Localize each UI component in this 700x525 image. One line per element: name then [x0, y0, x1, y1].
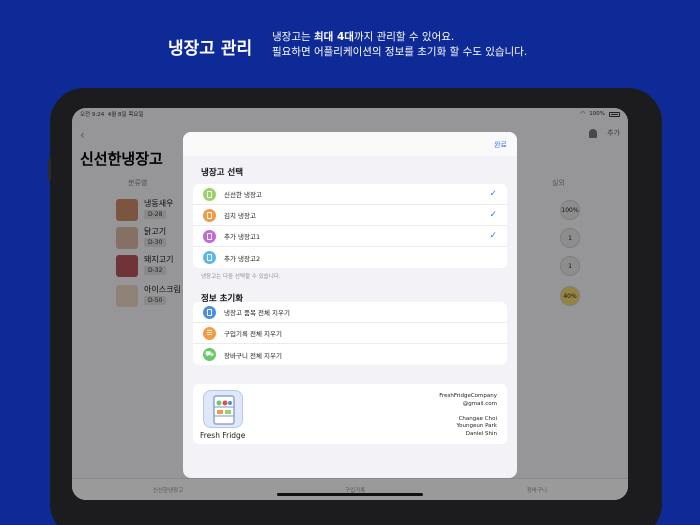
promo-description: 냉장고는 최대 4대까지 관리할 수 있어요. 필요하면 어플리케이션의 정보를… [272, 30, 527, 60]
credit-email-domain: @gmail.com [462, 400, 497, 407]
reset-label: 냉장고 품목 전체 지우기 [224, 309, 290, 317]
fridge-icon [203, 208, 216, 222]
promo-line1-bold: 최대 4대 [313, 31, 354, 43]
reset-option[interactable]: ⛟ 장바구니 전체 지우기 [193, 344, 507, 365]
reset-option[interactable]: 냉장고 품목 전체 지우기 [193, 302, 507, 323]
settings-modal: 완료 냉장고 선택 신선한 냉장고 ✓ 김치 냉장고 ✓ 추가 냉장고1 ✓ 추… [183, 132, 517, 478]
home-indicator [277, 493, 423, 496]
fridge-icon [203, 251, 216, 264]
credit-email: FreshFridgeCompany [439, 393, 497, 399]
fridge-section-title: 냉장고 선택 [201, 168, 244, 178]
reset-label: 구입기록 전체 지우기 [224, 330, 282, 338]
fridge-label: 신선한 냉장고 [224, 191, 262, 199]
fridge-label: 추가 냉장고2 [224, 254, 261, 263]
fridge-option[interactable]: 추가 냉장고1 ✓ [193, 226, 507, 247]
cart-icon: ⛟ [203, 348, 216, 361]
fridge-icon [203, 187, 216, 201]
promo-title: 냉장고 관리 [168, 39, 253, 59]
fridge-hint: 냉장고는 다중 선택할 수 있습니다. [201, 274, 281, 280]
reset-label: 장바구니 전체 지우기 [224, 351, 282, 360]
checkmark-icon: ✓ [489, 210, 497, 220]
credits: FreshFridgeCompany @gmail.com Changae Ch… [439, 393, 497, 438]
checkmark-icon: ✓ [489, 231, 497, 241]
fridge-label: 추가 냉장고1 [224, 233, 261, 241]
reset-list: 냉장고 품목 전체 지우기 ☰ 구입기록 전체 지우기 ⛟ 장바구니 전체 지우… [193, 302, 507, 365]
credit-name: Youngeun Park [456, 423, 497, 429]
promo-line1-post: 까지 관리할 수 있어요. [353, 31, 455, 43]
fridge-icon [203, 229, 216, 243]
fridge-option[interactable]: 추가 냉장고2 [193, 247, 507, 268]
promo-line2: 필요하면 어플리케이션의 정보를 초기화 할 수도 있습니다. [272, 46, 528, 58]
fridge-option[interactable]: 신선한 냉장고 ✓ [193, 184, 507, 205]
app-info-card: Fresh Fridge FreshFridgeCompany @gmail.c… [193, 384, 507, 444]
modal-header: 완료 [183, 132, 517, 156]
fridge-list: 신선한 냉장고 ✓ 김치 냉장고 ✓ 추가 냉장고1 ✓ 추가 냉장고2 [193, 184, 507, 268]
credit-name: Changae Choi [458, 415, 497, 422]
reset-option[interactable]: ☰ 구입기록 전체 지우기 [193, 323, 507, 344]
app-logo-icon [203, 390, 243, 428]
credit-name: Daniel Shin [465, 430, 497, 437]
app-name: Fresh Fridge [200, 431, 246, 440]
done-button[interactable]: 완료 [494, 140, 507, 150]
fridge-label: 김치 냉장고 [224, 212, 256, 220]
checkmark-icon: ✓ [489, 189, 497, 199]
list-icon: ☰ [203, 326, 216, 340]
volume-button [48, 158, 51, 180]
credit-spacer [439, 408, 497, 416]
promo-line1-pre: 냉장고는 [272, 31, 314, 43]
fridge-option[interactable]: 김치 냉장고 ✓ [193, 205, 507, 226]
fridge-icon [203, 305, 216, 319]
